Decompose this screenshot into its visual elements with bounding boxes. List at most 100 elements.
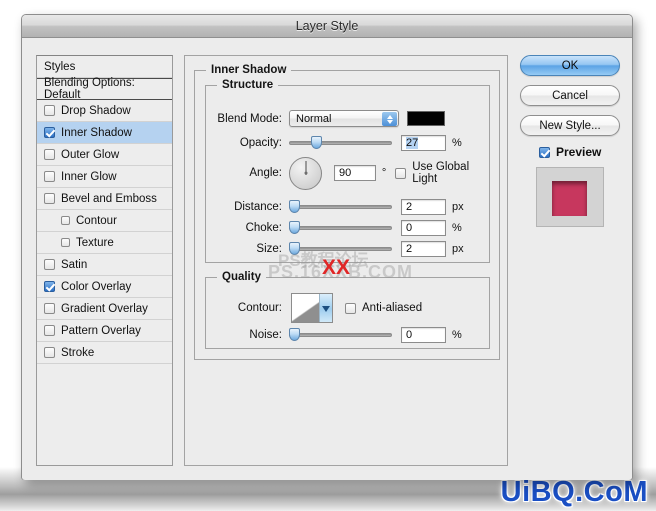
sidebar-item-contour[interactable]: Contour [37,210,172,232]
size-input[interactable]: 2 [401,240,446,257]
stroke-checkbox[interactable] [44,347,55,358]
sidebar-item-label: Color Overlay [61,280,132,293]
inner-shadow-checkbox[interactable] [44,127,55,138]
size-track [289,247,392,251]
angle-input[interactable]: 90 [334,165,376,181]
bevel-and-emboss-checkbox[interactable] [44,193,55,204]
sidebar-item-outer-glow[interactable]: Outer Glow [37,144,172,166]
sidebar-item-label: Contour [76,214,117,227]
sidebar-item-drop-shadow[interactable]: Drop Shadow [37,100,172,122]
inner-glow-checkbox[interactable] [44,171,55,182]
sidebar-item-satin[interactable]: Satin [37,254,172,276]
opacity-label: Opacity: [239,136,282,149]
sidebar-item-inner-glow[interactable]: Inner Glow [37,166,172,188]
opacity-value: 27 [406,136,419,149]
contour-preset-picker[interactable] [291,293,333,323]
site-watermark: UiBQ.CoM [500,476,648,508]
blending-options-row[interactable]: Blending Options: Default [37,77,172,101]
angle-row: Angle: 90 ° Use Global Light [212,154,489,192]
sidebar-item-label: Stroke [61,346,95,359]
texture-checkbox[interactable] [61,238,70,247]
noise-label: Noise: [249,328,282,341]
styles-header-label: Styles [44,60,76,73]
inner-shadow-settings-panel: Inner Shadow Structure Blend Mode: Norma… [184,55,508,466]
sidebar-item-color-overlay[interactable]: Color Overlay [37,276,172,298]
shadow-color-swatch[interactable] [407,111,445,126]
styles-header-row: Styles [37,56,172,78]
contour-row: Contour: Anti-aliased [212,292,422,324]
distance-slider[interactable] [289,198,392,215]
choke-slider[interactable] [289,219,392,236]
angle-dial-hub [304,171,307,175]
satin-checkbox[interactable] [44,259,55,270]
choke-label: Choke: [245,221,282,234]
blending-options-label: Blending Options: Default [44,77,135,101]
contour-label: Contour: [237,302,282,314]
opacity-track [289,141,392,145]
anti-aliased-label: Anti-aliased [362,302,423,314]
choke-track [289,226,392,230]
blend-mode-select[interactable]: Normal [289,110,399,127]
opacity-slider[interactable] [289,134,392,151]
sidebar-item-stroke[interactable]: Stroke [37,342,172,364]
distance-knob[interactable] [289,200,300,213]
outer-glow-checkbox[interactable] [44,149,55,160]
sidebar-item-pattern-overlay[interactable]: Pattern Overlay [37,320,172,342]
size-slider[interactable] [289,240,392,257]
use-global-light-checkbox[interactable] [395,167,407,179]
dialog-titlebar[interactable]: Layer Style [22,15,632,38]
distance-unit: px [452,200,464,213]
sidebar-item-label: Inner Shadow [61,126,132,139]
preview-control[interactable]: Preview [539,145,620,159]
choke-value: 0 [406,221,413,234]
chevron-updown-icon[interactable] [382,112,397,126]
angle-dial[interactable] [289,156,322,190]
anti-aliased-checkbox[interactable] [345,302,356,314]
contour-checkbox[interactable] [61,216,70,225]
drop-shadow-checkbox[interactable] [44,105,55,116]
gradient-overlay-checkbox[interactable] [44,303,55,314]
styles-list-filler [37,364,172,465]
choke-knob[interactable] [289,221,300,234]
preview-thumbnail [536,167,604,227]
noise-track [289,333,392,337]
choke-input[interactable]: 0 [401,219,446,236]
preview-swatch [552,181,587,216]
preview-checkbox[interactable] [539,146,550,158]
sidebar-item-label: Inner Glow [61,170,117,183]
opacity-unit: % [452,136,462,149]
size-unit: px [452,242,464,255]
sidebar-item-gradient-overlay[interactable]: Gradient Overlay [37,298,172,320]
sidebar-item-texture[interactable]: Texture [37,232,172,254]
noise-knob[interactable] [289,328,300,341]
blend-mode-value: Normal [296,112,332,125]
styles-column: Styles Blending Options: Default Drop Sh… [36,55,173,466]
opacity-input[interactable]: 27 [401,134,446,151]
size-label: Size: [256,242,282,255]
distance-track [289,205,392,209]
noise-row: Noise: 0 % [212,326,462,343]
sidebar-item-bevel-and-emboss[interactable]: Bevel and Emboss [37,188,172,210]
ok-button[interactable]: OK [520,55,620,76]
size-value: 2 [406,242,413,255]
distance-input[interactable]: 2 [401,198,446,215]
pattern-overlay-checkbox[interactable] [44,325,55,336]
noise-input[interactable]: 0 [401,326,446,343]
screenshot-root: UiBQ.CoM Layer Style Styles Blending Opt… [0,0,656,511]
noise-slider[interactable] [289,326,392,343]
styles-listbox[interactable]: Styles Blending Options: Default Drop Sh… [36,55,173,466]
color-overlay-checkbox[interactable] [44,281,55,292]
sidebar-item-label: Texture [76,236,114,249]
sidebar-item-inner-shadow[interactable]: Inner Shadow [37,122,172,144]
size-knob[interactable] [289,242,300,255]
opacity-knob[interactable] [311,136,322,149]
anti-aliased-control[interactable]: Anti-aliased [345,302,422,314]
inner-shadow-group: Inner Shadow Structure Blend Mode: Norma… [194,64,500,360]
structure-group: Structure Blend Mode: Normal Opacity: 27… [205,79,490,263]
new-style-button[interactable]: New Style... [520,115,620,136]
use-global-light-control[interactable]: Use Global Light [395,161,489,185]
chevron-down-icon[interactable] [319,294,332,322]
cancel-button[interactable]: Cancel [520,85,620,106]
noise-unit: % [452,328,462,341]
angle-value: 90 [339,167,352,179]
